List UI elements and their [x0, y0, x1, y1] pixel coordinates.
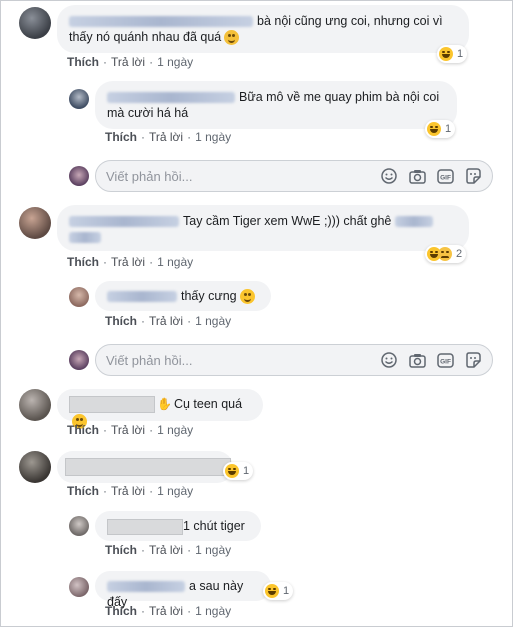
- sad-reaction-icon: [438, 247, 452, 261]
- emoji-icon[interactable]: [380, 351, 398, 369]
- like-link[interactable]: Thích: [105, 314, 137, 328]
- timestamp[interactable]: 1 ngày: [157, 55, 193, 69]
- redacted-name[interactable]: [69, 16, 253, 28]
- redacted-name[interactable]: [69, 216, 179, 228]
- reply-actions: Thích · Trả lời · 1 ngày: [105, 130, 232, 144]
- reply-bubble: 1 chút tiger: [95, 511, 261, 541]
- reply-link[interactable]: Trả lời: [111, 55, 145, 69]
- reply-link[interactable]: Trả lời: [111, 423, 145, 437]
- reply-text: thấy cưng: [181, 289, 237, 303]
- avatar[interactable]: [19, 451, 51, 483]
- reaction-count[interactable]: 1: [437, 45, 468, 63]
- svg-text:GIF: GIF: [440, 174, 451, 181]
- reply-text: mà cười há há: [107, 106, 189, 120]
- comment-actions: Thích · Trả lời · 1 ngày: [67, 423, 194, 437]
- reply-composer: GIF: [95, 344, 493, 376]
- comment-actions: Thích · Trả lời · 1 ngày: [67, 255, 194, 269]
- sticker-icon[interactable]: [464, 167, 482, 185]
- reply-text: Bữa mô về me quay phim bà nội coi: [239, 90, 440, 104]
- gif-icon[interactable]: GIF: [436, 167, 454, 185]
- timestamp[interactable]: 1 ngày: [157, 484, 193, 498]
- timestamp[interactable]: 1 ngày: [195, 130, 231, 144]
- svg-text:GIF: GIF: [440, 358, 451, 365]
- like-link[interactable]: Thích: [67, 255, 99, 269]
- reply-link[interactable]: Trả lời: [149, 130, 183, 144]
- like-link[interactable]: Thích: [105, 604, 137, 618]
- timestamp[interactable]: 1 ngày: [157, 423, 193, 437]
- redacted-name[interactable]: [69, 232, 101, 244]
- avatar[interactable]: [69, 287, 89, 307]
- comment-actions: Thích · Trả lời · 1 ngày: [67, 484, 194, 498]
- gif-icon[interactable]: GIF: [436, 351, 454, 369]
- comment-text: Cụ teen quá: [173, 397, 243, 411]
- comment-bubble: [57, 451, 233, 483]
- haha-reaction-icon: [225, 464, 239, 478]
- avatar[interactable]: [19, 7, 51, 39]
- reply-link[interactable]: Trả lời: [111, 484, 145, 498]
- timestamp[interactable]: 1 ngày: [195, 543, 231, 557]
- comment-bubble: ✋ Cụ teen quá: [57, 389, 263, 430]
- reply-text: 1 chút tiger: [183, 519, 245, 533]
- avatar[interactable]: [19, 207, 51, 239]
- avatar[interactable]: [69, 577, 89, 597]
- comment-text: Tay cầm Tiger xem WwE ;))) chất ghê: [183, 214, 392, 228]
- emoji-icon[interactable]: [380, 167, 398, 185]
- avatar[interactable]: [69, 516, 89, 536]
- comment-bubble: Tay cầm Tiger xem WwE ;))) chất ghê: [57, 205, 469, 251]
- sticker-icon[interactable]: [464, 351, 482, 369]
- reply-bubble: a sau này đấy: [95, 571, 271, 609]
- reply-actions: Thích · Trả lời · 1 ngày: [105, 543, 232, 557]
- reaction-count[interactable]: 1: [263, 582, 294, 600]
- smile-emoji-icon: [239, 289, 255, 305]
- haha-reaction-icon: [427, 122, 441, 136]
- like-link[interactable]: Thích: [67, 423, 99, 437]
- reply-link[interactable]: Trả lời: [111, 255, 145, 269]
- like-link[interactable]: Thích: [67, 55, 99, 69]
- timestamp[interactable]: 1 ngày: [195, 314, 231, 328]
- avatar[interactable]: [19, 389, 51, 421]
- avatar[interactable]: [69, 89, 89, 109]
- timestamp[interactable]: 1 ngày: [195, 604, 231, 618]
- comment-text: bà nội cũng ưng coi, nhưng coi vì: [257, 14, 443, 28]
- like-link[interactable]: Thích: [67, 484, 99, 498]
- moon-emoji-icon: [224, 30, 240, 46]
- redacted-name[interactable]: [107, 581, 185, 593]
- comment-actions: Thích · Trả lời · 1 ngày: [67, 55, 194, 69]
- comment-thread: bà nội cũng ưng coi, nhưng coi vì thấy n…: [0, 0, 513, 627]
- like-link[interactable]: Thích: [105, 543, 137, 557]
- reaction-count[interactable]: 1: [425, 120, 456, 138]
- redacted-name[interactable]: [107, 291, 177, 303]
- reply-bubble: Bữa mô về me quay phim bà nội coi mà cườ…: [95, 81, 457, 129]
- reply-bubble: thấy cưng: [95, 281, 271, 311]
- redacted-text: [65, 458, 231, 476]
- timestamp[interactable]: 1 ngày: [157, 255, 193, 269]
- reaction-count[interactable]: 2: [425, 245, 467, 263]
- camera-icon[interactable]: [408, 351, 426, 369]
- comment-bubble: bà nội cũng ưng coi, nhưng coi vì thấy n…: [57, 5, 469, 53]
- reply-input[interactable]: [96, 167, 380, 185]
- reaction-count[interactable]: 1: [223, 462, 254, 480]
- reply-composer: GIF: [95, 160, 493, 192]
- reply-actions: Thích · Trả lời · 1 ngày: [105, 604, 232, 618]
- redacted-name[interactable]: [395, 216, 434, 228]
- haha-reaction-icon: [439, 47, 453, 61]
- camera-icon[interactable]: [408, 167, 426, 185]
- reply-input[interactable]: [96, 351, 380, 369]
- reply-link[interactable]: Trả lời: [149, 543, 183, 557]
- redacted-name[interactable]: [107, 518, 183, 535]
- haha-reaction-icon: [265, 584, 279, 598]
- reply-link[interactable]: Trả lời: [149, 604, 183, 618]
- wave-emoji-icon: ✋: [157, 397, 172, 411]
- reply-actions: Thích · Trả lời · 1 ngày: [105, 314, 232, 328]
- avatar: [69, 350, 89, 370]
- comment-text: thấy nó quánh nhau đã quá: [69, 30, 222, 44]
- redacted-name[interactable]: [107, 92, 235, 104]
- like-link[interactable]: Thích: [105, 130, 137, 144]
- redacted-name[interactable]: [69, 396, 155, 414]
- avatar: [69, 166, 89, 186]
- reply-link[interactable]: Trả lời: [149, 314, 183, 328]
